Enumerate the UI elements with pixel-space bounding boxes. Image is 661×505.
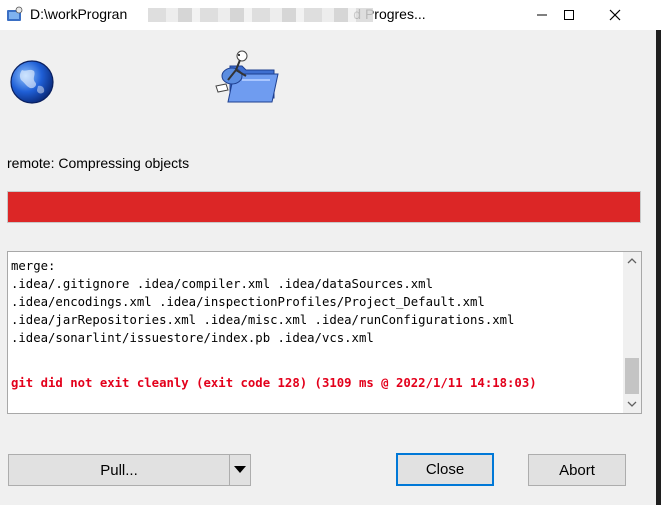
close-icon — [609, 9, 621, 21]
log-text: merge: .idea/.gitignore .idea/compiler.xm… — [11, 257, 616, 392]
chevron-up-icon — [627, 258, 637, 264]
progress-bar — [7, 191, 641, 223]
log-line: .idea/.gitignore .idea/compiler.xml .ide… — [11, 277, 433, 291]
close-button-label: Close — [425, 461, 465, 478]
progress-fill — [8, 192, 640, 222]
pull-button[interactable]: Pull... — [8, 454, 230, 486]
pull-button-label: Pull... — [100, 461, 138, 479]
folder-tortoise-icon — [215, 50, 279, 103]
log-scrollbar[interactable] — [623, 252, 641, 413]
scroll-up-button[interactable] — [623, 252, 641, 270]
globe-icon — [10, 60, 54, 104]
close-window-button[interactable] — [592, 0, 638, 30]
log-line: .idea/encodings.xml .idea/inspectionProf… — [11, 295, 485, 309]
log-error-line: git did not exit cleanly (exit code 128)… — [11, 376, 537, 390]
title-bar: D:\workProgran d Progres... — [0, 0, 661, 30]
log-line: merge: — [11, 259, 56, 273]
window-edge — [656, 30, 661, 505]
pull-dropdown-button[interactable] — [229, 454, 251, 486]
maximize-button[interactable] — [546, 0, 592, 30]
log-line: .idea/jarRepositories.xml .idea/misc.xml… — [11, 313, 515, 327]
abort-button[interactable]: Abort — [528, 454, 626, 486]
log-line: .idea/sonarlint/issuestore/index.pb .ide… — [11, 331, 374, 345]
chevron-down-icon — [627, 401, 637, 407]
abort-button-label: Abort — [559, 461, 595, 479]
scroll-down-button[interactable] — [623, 395, 641, 413]
maximize-icon — [564, 10, 574, 20]
log-output[interactable]: merge: .idea/.gitignore .idea/compiler.xm… — [7, 251, 642, 414]
status-text: remote: Compressing objects — [7, 155, 190, 171]
title-redaction — [148, 8, 373, 22]
tortoisegit-app-icon — [7, 6, 23, 21]
dropdown-arrow-icon — [234, 466, 246, 473]
scroll-thumb[interactable] — [625, 358, 639, 394]
close-button[interactable]: Close — [396, 453, 494, 486]
